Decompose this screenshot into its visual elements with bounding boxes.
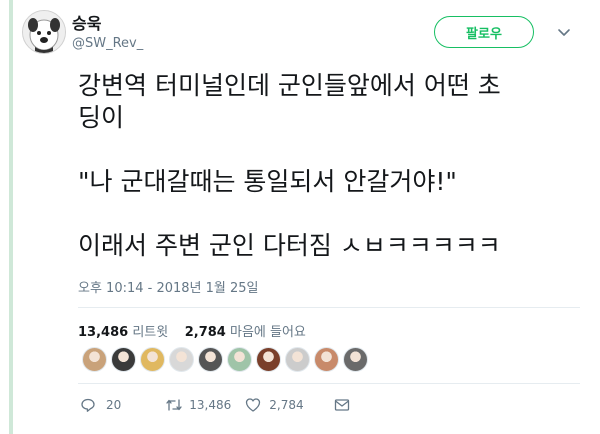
like-stat-count: 2,784 [184, 325, 226, 340]
liker-avatar[interactable] [140, 347, 165, 372]
liker-avatar[interactable] [314, 347, 339, 372]
like-stat[interactable]: 2,784 마음에 들어요 [185, 325, 306, 340]
tweet-line-gap [78, 198, 578, 230]
follow-button[interactable]: 팔로우 [434, 16, 534, 48]
user-handle[interactable]: @SW_Rev_ [72, 36, 143, 51]
message-button[interactable] [334, 398, 350, 412]
liker-avatar[interactable] [227, 347, 252, 372]
retweet-stat-count: 13,486 [78, 325, 129, 340]
retweet-button[interactable]: 13,486 [165, 397, 231, 413]
retweet-count: 13,486 [189, 398, 232, 412]
reply-button[interactable]: 20 [80, 397, 121, 413]
like-stat-label: 마음에 들어요 [230, 325, 306, 340]
tweet-line: 강변역 터미널인데 군인들앞에서 어떤 초 [78, 71, 501, 100]
reply-count: 20 [106, 398, 122, 412]
avatar-dog-image [23, 11, 65, 53]
liker-avatar[interactable] [256, 347, 281, 372]
tweet-actions: 20 13,486 2,784 [80, 397, 350, 413]
heart-icon [245, 397, 261, 413]
conversation-thread-line [9, 0, 13, 434]
liker-avatar[interactable] [285, 347, 310, 372]
liker-avatar[interactable] [169, 347, 194, 372]
divider [78, 383, 580, 384]
display-name[interactable]: 승욱 [72, 10, 101, 34]
tweet-stats: 13,486 리트윗 2,784 마음에 들어요 [78, 321, 306, 340]
tweet-line: 이래서 주변 군인 다터짐 ㅅㅂㅋㅋㅋㅋㅋ [78, 231, 501, 260]
like-count: 2,784 [269, 398, 304, 412]
avatar[interactable] [22, 10, 66, 54]
liker-avatar[interactable] [82, 347, 107, 372]
liker-avatar[interactable] [343, 347, 368, 372]
tweet-line-gap [78, 134, 578, 166]
tweet-line: 딩이 [78, 103, 125, 132]
tweet-text: 강변역 터미널인데 군인들앞에서 어떤 초 딩이 "나 군대갈때는 통일되서 안… [78, 70, 578, 262]
like-button[interactable]: 2,784 [245, 397, 304, 413]
liker-avatar[interactable] [198, 347, 223, 372]
message-icon [334, 398, 350, 412]
retweet-stat[interactable]: 13,486 리트윗 [78, 325, 168, 340]
chevron-down-icon[interactable] [556, 24, 572, 40]
reply-icon [80, 397, 96, 413]
tweet-timestamp[interactable]: 오후 10:14 - 2018년 1월 25일 [78, 277, 259, 296]
retweet-icon [165, 397, 183, 413]
divider [78, 307, 580, 308]
liker-avatar[interactable] [111, 347, 136, 372]
liker-avatars [82, 347, 368, 372]
tweet-line: "나 군대갈때는 통일되서 안갈거야!" [78, 167, 457, 196]
retweet-stat-label: 리트윗 [132, 325, 169, 340]
